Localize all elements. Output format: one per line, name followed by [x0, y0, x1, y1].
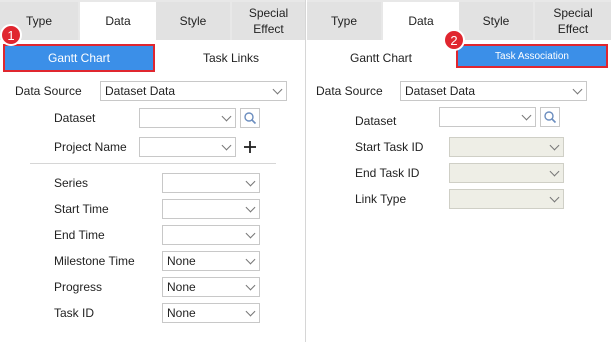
- start-time-label: Start Time: [54, 202, 109, 216]
- chevron-down-icon: [241, 304, 259, 322]
- chevron-down-icon: [241, 226, 259, 244]
- project-name-label: Project Name: [54, 140, 127, 154]
- step-badge: 2: [443, 29, 465, 51]
- tab-data[interactable]: Data: [80, 2, 156, 40]
- tab-style[interactable]: Style: [459, 2, 533, 40]
- subtab-task-association[interactable]: Task Association: [456, 44, 608, 68]
- milestone-time-label: Milestone Time: [54, 254, 135, 268]
- search-button[interactable]: [240, 108, 260, 128]
- chevron-down-icon: [517, 108, 535, 126]
- chevron-down-icon: [241, 278, 259, 296]
- data-source-label: Data Source: [15, 84, 82, 98]
- chevron-down-icon: [217, 109, 235, 127]
- left-subtab-bar: Gantt Chart Task Links: [0, 44, 305, 72]
- search-icon: [244, 112, 257, 125]
- progress-label: Progress: [54, 280, 103, 294]
- tab-style[interactable]: Style: [156, 2, 230, 40]
- tab-special-effect[interactable]: Special Effect: [232, 2, 305, 40]
- milestone-time-select[interactable]: None: [162, 251, 260, 271]
- end-task-id-label: End Task ID: [355, 166, 420, 180]
- step-badge: 1: [0, 24, 22, 46]
- progress-select[interactable]: None: [162, 277, 260, 297]
- chevron-down-icon: [241, 174, 259, 192]
- dataset-select[interactable]: [139, 108, 236, 128]
- link-type-label: Link Type: [355, 192, 407, 206]
- task-id-select[interactable]: None: [162, 303, 260, 323]
- plus-icon: [244, 141, 256, 153]
- data-source-label: Data Source: [316, 84, 383, 98]
- chevron-down-icon: [545, 164, 563, 182]
- series-label: Series: [54, 176, 89, 190]
- dataset-label: Dataset: [355, 114, 397, 128]
- end-time-label: End Time: [54, 228, 105, 242]
- data-source-select[interactable]: Dataset Data: [100, 81, 287, 101]
- dataset-select[interactable]: [439, 107, 536, 127]
- chevron-down-icon: [241, 200, 259, 218]
- start-task-id-label: Start Task ID: [355, 140, 424, 154]
- chevron-down-icon: [545, 138, 563, 156]
- chevron-down-icon: [545, 190, 563, 208]
- section-divider: [30, 163, 276, 164]
- subtab-gantt-chart[interactable]: Gantt Chart: [3, 44, 155, 72]
- end-task-id-select[interactable]: [449, 163, 564, 183]
- search-button[interactable]: [540, 107, 560, 127]
- link-type-select[interactable]: [449, 189, 564, 209]
- chevron-down-icon: [268, 82, 286, 100]
- chevron-down-icon: [217, 138, 235, 156]
- start-time-select[interactable]: [162, 199, 260, 219]
- series-select[interactable]: [162, 173, 260, 193]
- start-task-id-select[interactable]: [449, 137, 564, 157]
- chevron-down-icon: [241, 252, 259, 270]
- search-icon: [544, 111, 557, 124]
- subtab-task-links[interactable]: Task Links: [160, 44, 302, 72]
- dataset-label: Dataset: [54, 111, 96, 125]
- task-id-label: Task ID: [54, 306, 95, 320]
- add-button[interactable]: [240, 137, 260, 157]
- subtab-gantt-chart[interactable]: Gantt Chart: [307, 44, 455, 72]
- project-name-select[interactable]: [139, 137, 236, 157]
- end-time-select[interactable]: [162, 225, 260, 245]
- tab-special-effect[interactable]: Special Effect: [535, 2, 611, 40]
- left-tab-bar: Type Data Style Special Effect: [0, 0, 305, 40]
- data-source-select[interactable]: Dataset Data: [400, 81, 587, 101]
- chevron-down-icon: [568, 82, 586, 100]
- panel-divider: [305, 0, 306, 342]
- tab-type[interactable]: Type: [307, 2, 381, 40]
